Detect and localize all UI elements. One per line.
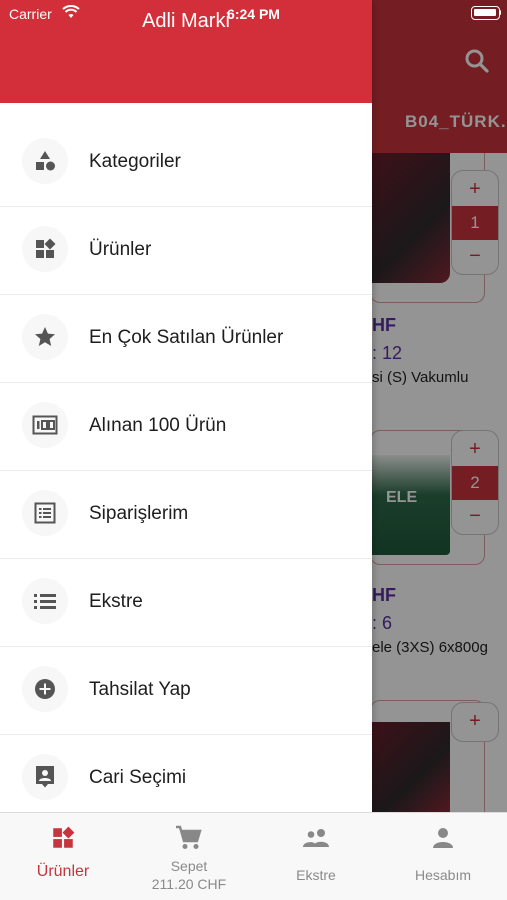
people-icon xyxy=(300,823,332,853)
menu-item-label: Siparişlerim xyxy=(89,503,189,524)
menu-item-urunler[interactable]: Ürünler xyxy=(0,207,372,295)
status-time: 6:24 PM xyxy=(227,6,280,22)
menu-item-siparislerim[interactable]: Siparişlerim xyxy=(0,471,372,559)
tab-label: Ekstre xyxy=(296,867,336,883)
menu-item-label: En Çok Satılan Ürünler xyxy=(89,327,284,348)
tab-label: Hesabım xyxy=(414,867,472,883)
menu-item-label: Tahsilat Yap xyxy=(89,679,191,700)
list-icon xyxy=(22,578,68,624)
status-bar: Carrier 6:24 PM xyxy=(0,0,507,28)
battery-icon xyxy=(471,6,501,20)
widgets-icon xyxy=(22,226,68,272)
counter-100-icon xyxy=(22,402,68,448)
person-icon xyxy=(427,823,459,853)
add-circle-icon xyxy=(22,666,68,712)
menu-item-label: Cari Seçimi xyxy=(89,767,187,788)
cart-icon xyxy=(173,823,205,853)
star-icon xyxy=(22,314,68,360)
drawer-menu: Kategoriler Ürünler En Çok Satılan Ürünl… xyxy=(0,119,372,823)
menu-item-label: Alınan 100 Ürün xyxy=(89,415,227,436)
menu-item-label: Ürünler xyxy=(89,239,152,260)
menu-item-en-cok-satilan[interactable]: En Çok Satılan Ürünler xyxy=(0,295,372,383)
menu-item-label: Kategoriler xyxy=(89,151,181,172)
tab-sepet[interactable]: Sepet 211.20 CHF xyxy=(126,813,252,900)
bottom-tab-bar: Ürünler Sepet 211.20 CHF Ekstre Hesabım xyxy=(0,812,507,900)
navigation-drawer: Adli Marki Kategoriler Ürünler En Çok Sa… xyxy=(0,0,372,812)
list-alt-icon xyxy=(22,490,68,536)
widgets-icon xyxy=(47,823,79,853)
menu-item-kategoriler[interactable]: Kategoriler xyxy=(0,119,372,207)
tab-label: Ürünler xyxy=(36,863,90,880)
menu-item-ekstre[interactable]: Ekstre xyxy=(0,559,372,647)
contact-card-icon xyxy=(22,754,68,800)
shapes-icon xyxy=(22,138,68,184)
tab-urunler[interactable]: Ürünler xyxy=(0,813,126,900)
menu-item-label: Ekstre xyxy=(89,591,143,612)
menu-item-tahsilat-yap[interactable]: Tahsilat Yap xyxy=(0,647,372,735)
cart-total: 211.20 CHF xyxy=(151,876,227,892)
tab-label: Sepet xyxy=(170,858,208,874)
tab-hesabim[interactable]: Hesabım xyxy=(380,813,506,900)
menu-item-alinan-100[interactable]: Alınan 100 Ürün xyxy=(0,383,372,471)
menu-item-cari-secimi[interactable]: Cari Seçimi xyxy=(0,735,372,823)
tab-ekstre[interactable]: Ekstre xyxy=(253,813,379,900)
